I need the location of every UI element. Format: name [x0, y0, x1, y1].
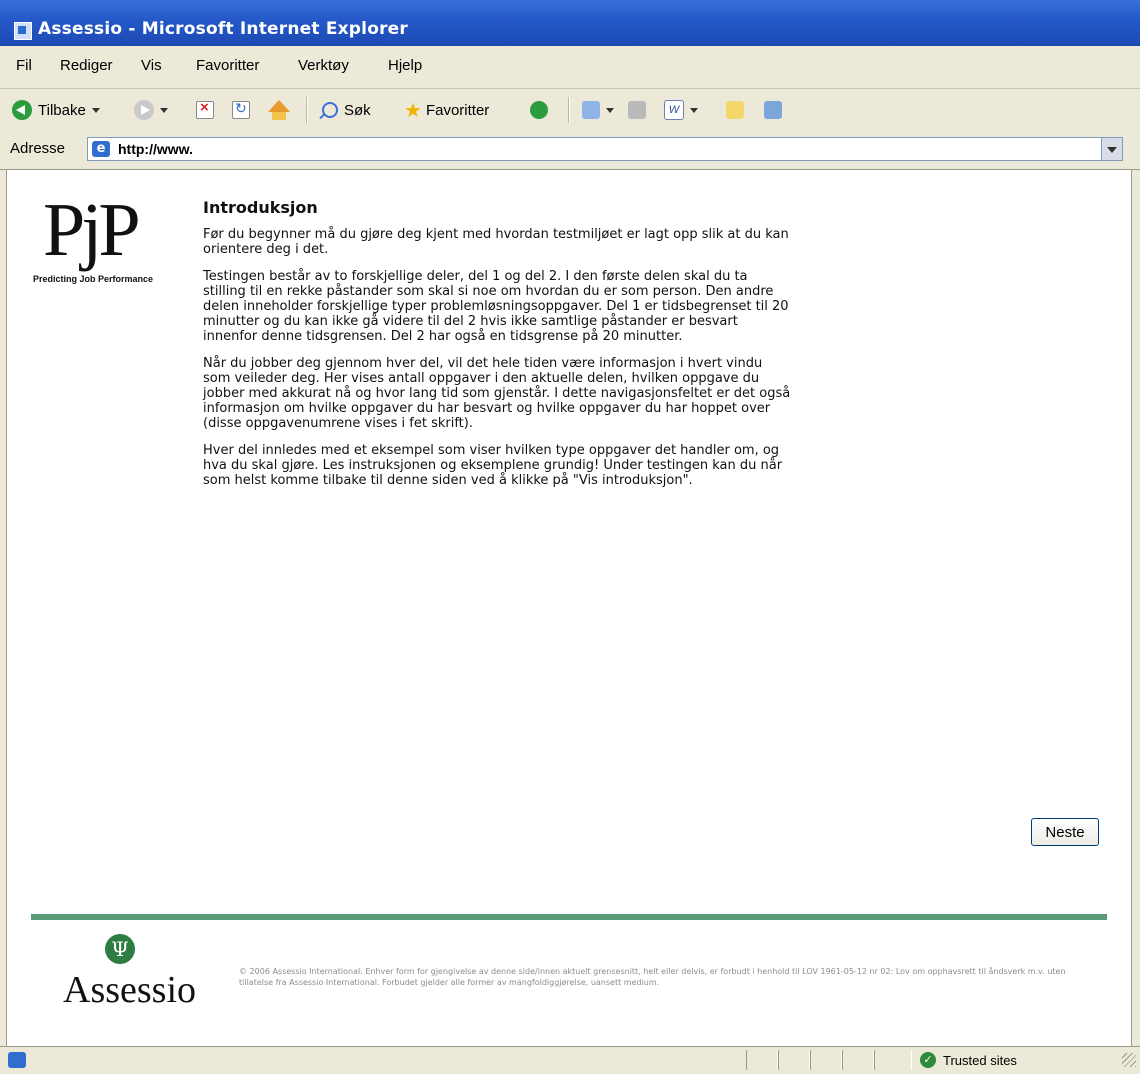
- search-label: Søk: [344, 101, 371, 119]
- search-icon: [322, 102, 338, 118]
- chevron-down-icon: [91, 107, 100, 113]
- menu-edit[interactable]: Rediger: [60, 57, 113, 74]
- intro-paragraph: Når du jobber deg gjennom hver del, vil …: [203, 356, 791, 431]
- toolbar-separator: [568, 97, 570, 123]
- favorites-label: Favoritter: [425, 101, 490, 119]
- security-zone[interactable]: ✓ Trusted sites: [920, 1052, 1017, 1068]
- menu-view[interactable]: Vis: [141, 57, 162, 74]
- forward-button[interactable]: [134, 98, 168, 122]
- menu-help[interactable]: Hjelp: [388, 57, 422, 74]
- toolbar: Tilbake Søk ★ Favoritter W: [0, 89, 1140, 132]
- status-panel: [874, 1050, 912, 1070]
- print-icon: [628, 101, 646, 119]
- status-panel: [842, 1050, 874, 1070]
- assessio-logo: Ψ Assessio: [63, 934, 223, 1014]
- forward-arrow-icon: [134, 100, 154, 120]
- word-icon: W: [664, 100, 684, 120]
- history-button[interactable]: [530, 98, 548, 122]
- security-zone-label: Trusted sites: [943, 1052, 1017, 1068]
- resize-grip-icon[interactable]: [1122, 1053, 1136, 1067]
- mail-icon: [582, 101, 600, 119]
- stop-button[interactable]: [196, 98, 214, 122]
- edit-button[interactable]: W: [664, 98, 698, 122]
- page-title: Introduksjon: [203, 198, 318, 217]
- pjp-logo: PjP Predicting Job Performance: [33, 190, 183, 284]
- next-button[interactable]: Neste: [1031, 818, 1099, 846]
- intro-section: Introduksjon Før du begynner må du gjøre…: [203, 200, 793, 500]
- favorites-button[interactable]: ★ Favoritter: [404, 98, 489, 122]
- page-status-icon: [8, 1052, 26, 1068]
- footer-divider: [31, 914, 1107, 920]
- home-icon: [268, 100, 290, 120]
- address-url: http://www.: [118, 141, 193, 157]
- star-icon: ★: [404, 99, 422, 122]
- menu-bar: Fil Rediger Vis Favoritter Verktøy Hjelp: [0, 46, 1140, 89]
- menu-tools[interactable]: Verktøy: [298, 57, 349, 74]
- status-bar: ✓ Trusted sites: [0, 1046, 1140, 1074]
- address-label: Adresse: [10, 140, 66, 157]
- search-button[interactable]: Søk: [322, 98, 371, 122]
- page-content: PjP Predicting Job Performance Introduks…: [6, 170, 1132, 1046]
- pjp-logo-tagline: Predicting Job Performance: [33, 274, 154, 284]
- assessio-logo-text: Assessio: [63, 969, 197, 1011]
- chevron-down-icon: [160, 107, 168, 113]
- address-dropdown-button[interactable]: [1101, 138, 1122, 160]
- ie-app-icon: [14, 22, 32, 40]
- chevron-down-icon: [690, 107, 698, 113]
- status-panel: [778, 1050, 810, 1070]
- mail-button[interactable]: [582, 98, 614, 122]
- note-icon: [726, 101, 744, 119]
- print-button[interactable]: [628, 98, 646, 122]
- intro-paragraph: Hver del innledes med et eksempel som vi…: [203, 443, 783, 488]
- intro-paragraph: Før du begynner må du gjøre deg kjent me…: [203, 227, 789, 257]
- discuss-button[interactable]: [726, 98, 744, 122]
- menu-favorites[interactable]: Favoritter: [196, 57, 259, 74]
- title-bar: Assessio - Microsoft Internet Explorer: [0, 0, 1140, 46]
- stop-icon: [196, 99, 214, 119]
- copyright-notice: © 2006 Assessio International. Enhver fo…: [239, 967, 1066, 987]
- check-icon: ✓: [920, 1052, 936, 1068]
- refresh-button[interactable]: [232, 98, 250, 122]
- menu-file[interactable]: Fil: [16, 57, 32, 74]
- messenger-button[interactable]: [764, 98, 782, 122]
- address-input[interactable]: e http://www.: [87, 137, 1123, 161]
- intro-paragraph: Testingen består av to forskjellige dele…: [203, 269, 789, 344]
- history-icon: [530, 101, 548, 119]
- window-title: Assessio - Microsoft Internet Explorer: [38, 19, 408, 39]
- address-bar: Adresse e http://www.: [0, 131, 1140, 170]
- status-panel: [746, 1050, 778, 1070]
- chevron-down-icon: [606, 107, 614, 113]
- pjp-logo-mark: PjP: [43, 188, 141, 272]
- page-icon: e: [92, 141, 110, 157]
- home-button[interactable]: [268, 98, 290, 122]
- back-arrow-icon: [12, 100, 32, 120]
- back-label: Tilbake: [38, 101, 86, 119]
- psi-logo-icon: Ψ: [105, 934, 135, 964]
- refresh-icon: [232, 100, 250, 119]
- status-panel: [810, 1050, 842, 1070]
- toolbar-separator: [306, 97, 308, 123]
- back-button[interactable]: Tilbake: [12, 98, 100, 122]
- research-icon: [764, 101, 782, 119]
